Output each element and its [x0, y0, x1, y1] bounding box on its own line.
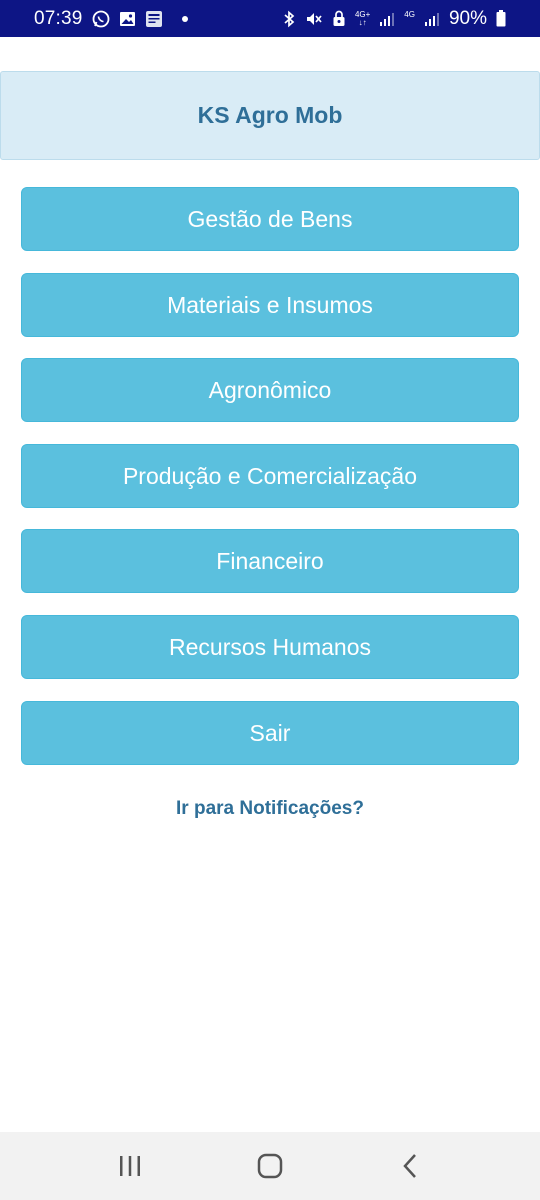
status-right: 4G+ ↓↑ 4G 90%	[282, 8, 506, 30]
producao-e-comercializacao-button[interactable]: Produção e Comercialização	[21, 444, 519, 508]
materiais-e-insumos-button[interactable]: Materiais e Insumos	[21, 273, 519, 337]
battery-icon	[496, 10, 506, 27]
back-button[interactable]	[380, 1136, 440, 1196]
whatsapp-icon	[92, 10, 110, 28]
notifications-link[interactable]: Ir para Notificações?	[0, 798, 540, 820]
news-app-icon	[145, 10, 163, 28]
recent-apps-icon	[120, 1156, 140, 1176]
recursos-humanos-button[interactable]: Recursos Humanos	[21, 615, 519, 679]
bluetooth-icon	[282, 10, 296, 28]
recent-apps-button[interactable]	[100, 1136, 160, 1196]
alarm-lock-icon	[332, 10, 346, 28]
home-icon	[257, 1153, 283, 1179]
network-4g-icon: 4G	[404, 10, 415, 27]
signal-strength-icon	[379, 11, 395, 27]
battery-percent: 90%	[448, 7, 487, 29]
signal-strength-2-icon	[424, 11, 440, 27]
app-header: KS Agro Mob	[0, 71, 540, 160]
agronomico-button[interactable]: Agronômico	[21, 358, 519, 422]
sair-button[interactable]: Sair	[21, 701, 519, 765]
notification-dot-icon	[181, 15, 188, 22]
app-title: KS Agro Mob	[197, 102, 343, 128]
data-arrows-icon: ↓↑	[358, 17, 367, 27]
system-nav-bar	[0, 1132, 540, 1200]
network-4g-plus-icon: 4G+ ↓↑	[355, 10, 370, 27]
gallery-icon	[119, 11, 136, 27]
status-left: 07:39	[34, 8, 188, 30]
gestao-de-bens-button[interactable]: Gestão de Bens	[21, 187, 519, 251]
home-button[interactable]	[240, 1136, 300, 1196]
financeiro-button[interactable]: Financeiro	[21, 529, 519, 593]
app-screen: 07:39 4G+ ↓↑ 4G 90% KS Agro Mob Gestão d…	[0, 0, 540, 1200]
status-time: 07:39	[34, 7, 83, 29]
back-icon	[403, 1154, 416, 1178]
status-bar: 07:39 4G+ ↓↑ 4G 90%	[0, 0, 540, 37]
mute-icon	[305, 10, 323, 28]
